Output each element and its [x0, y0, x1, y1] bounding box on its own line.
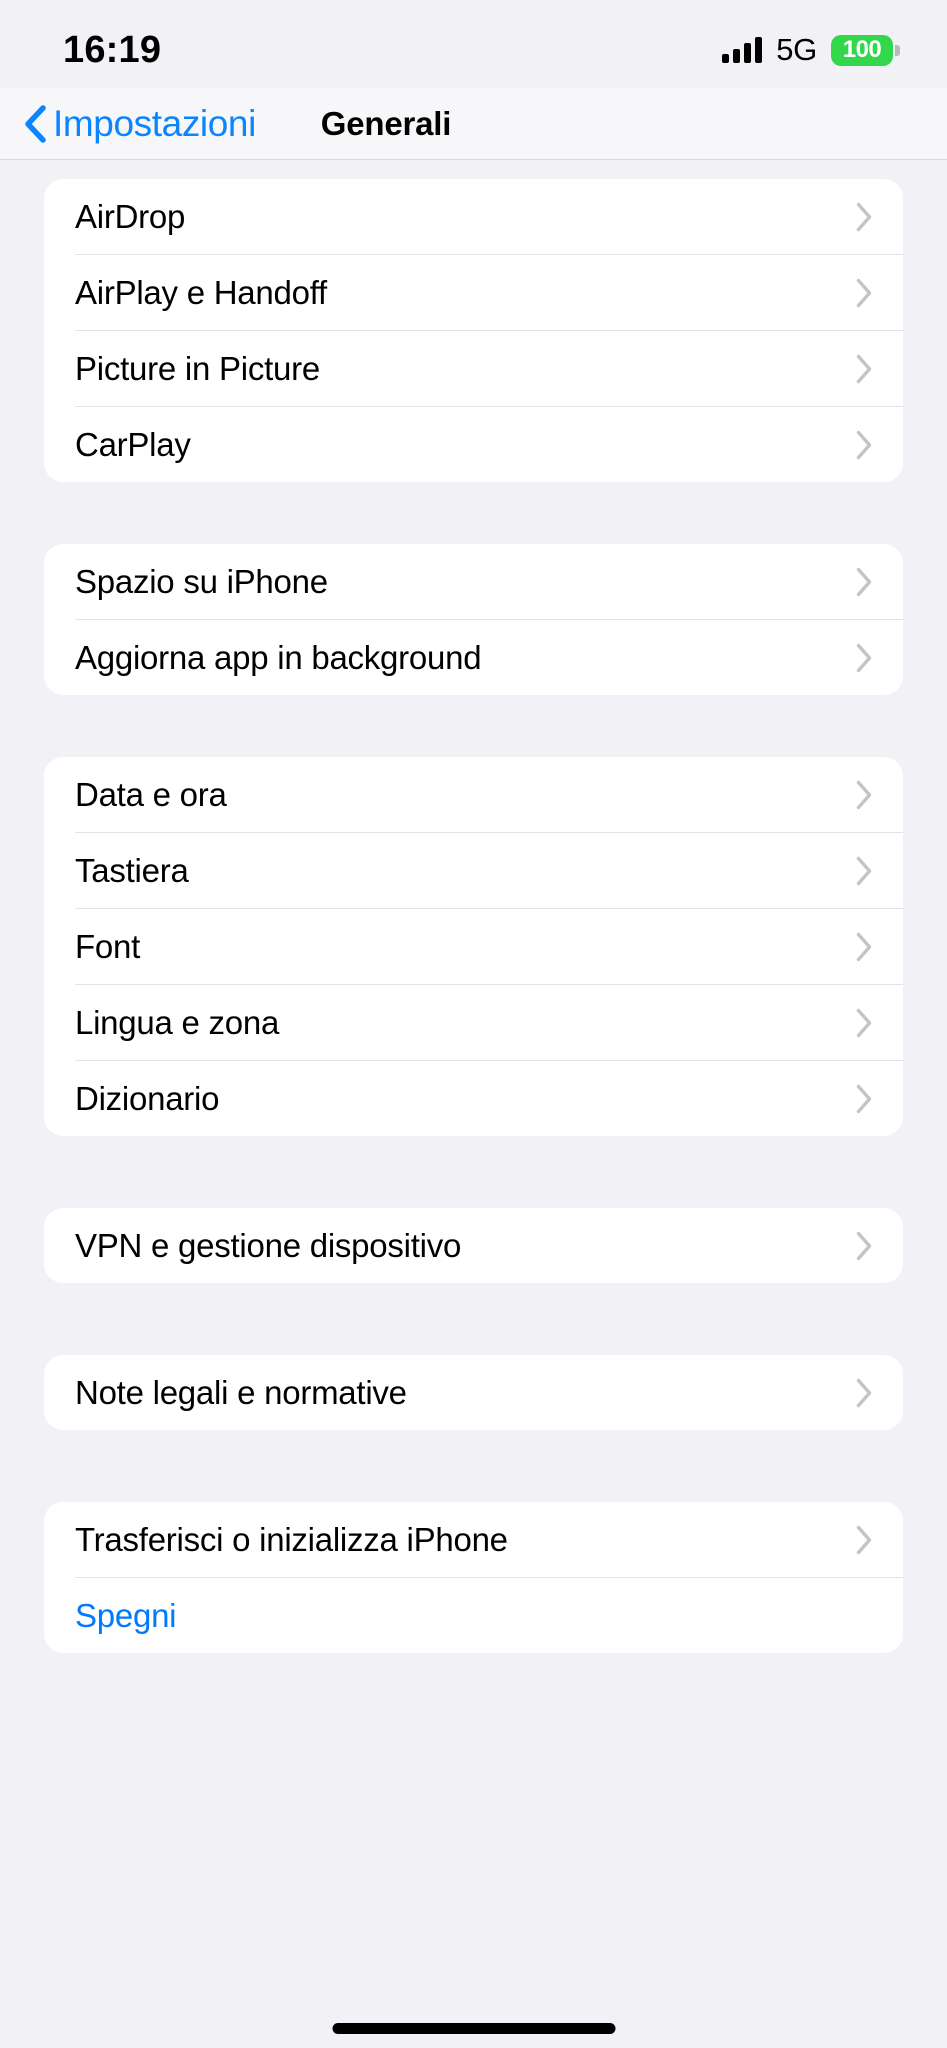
settings-row-date-time[interactable]: Data e ora — [44, 757, 903, 832]
chevron-right-icon — [856, 643, 872, 672]
row-label: Lingua e zona — [75, 1004, 280, 1041]
chevron-right-icon — [856, 278, 872, 307]
settings-row-transfer-reset-iphone[interactable]: Trasferisci o inizializza iPhone — [44, 1502, 903, 1577]
navigation-bar: Impostazioni Generali — [0, 88, 947, 160]
battery-percent-label: 100 — [842, 36, 882, 63]
signal-bars-icon — [722, 37, 763, 63]
settings-row-iphone-storage[interactable]: Spazio su iPhone — [44, 544, 903, 619]
row-label: Dizionario — [75, 1080, 220, 1117]
settings-row-airplay-handoff[interactable]: AirPlay e Handoff — [44, 255, 903, 330]
chevron-right-icon — [856, 354, 872, 383]
page-title: Generali — [320, 104, 452, 142]
settings-row-fonts[interactable]: Font — [44, 909, 903, 984]
network-type-label: 5G — [776, 32, 817, 67]
settings-group-reset: Trasferisci o inizializza iPhone Spegni — [44, 1502, 903, 1653]
settings-row-keyboard[interactable]: Tastiera — [44, 833, 903, 908]
settings-row-shut-down[interactable]: Spegni — [44, 1578, 903, 1653]
chevron-right-icon — [856, 1525, 872, 1554]
chevron-right-icon — [856, 1084, 872, 1113]
row-label: Trasferisci o inizializza iPhone — [75, 1521, 508, 1558]
settings-row-language-region[interactable]: Lingua e zona — [44, 985, 903, 1060]
chevron-right-icon — [856, 1231, 872, 1260]
battery-indicator: 100 — [831, 34, 900, 66]
chevron-right-icon — [856, 567, 872, 596]
row-label: VPN e gestione dispositivo — [75, 1227, 462, 1264]
settings-row-background-app-refresh[interactable]: Aggiorna app in background — [44, 620, 903, 695]
status-bar: 16:19 5G 100 — [0, 0, 947, 88]
row-label: Spegni — [75, 1597, 177, 1634]
battery-body: 100 — [831, 34, 893, 66]
chevron-right-icon — [856, 780, 872, 809]
settings-group-storage: Spazio su iPhone Aggiorna app in backgro… — [44, 544, 903, 695]
row-label: Data e ora — [75, 776, 227, 813]
settings-row-vpn-device-management[interactable]: VPN e gestione dispositivo — [44, 1208, 903, 1283]
settings-group-legal: Note legali e normative — [44, 1355, 903, 1430]
settings-group-localization: Data e ora Tastiera Font Lingua e zona D… — [44, 757, 903, 1136]
chevron-right-icon — [856, 1008, 872, 1037]
settings-row-picture-in-picture[interactable]: Picture in Picture — [44, 331, 903, 406]
row-label: Font — [75, 928, 141, 965]
row-label: AirPlay e Handoff — [75, 274, 327, 311]
row-label: AirDrop — [75, 198, 186, 235]
chevron-right-icon — [856, 1378, 872, 1407]
row-label: Picture in Picture — [75, 350, 320, 387]
battery-cap-icon — [895, 44, 900, 56]
row-label: Spazio su iPhone — [75, 563, 328, 600]
row-label: Note legali e normative — [75, 1374, 407, 1411]
row-label: CarPlay — [75, 426, 191, 463]
row-label: Aggiorna app in background — [75, 639, 482, 676]
settings-group-vpn: VPN e gestione dispositivo — [44, 1208, 903, 1283]
settings-row-legal-regulatory[interactable]: Note legali e normative — [44, 1355, 903, 1430]
chevron-right-icon — [856, 932, 872, 961]
settings-row-dictionary[interactable]: Dizionario — [44, 1061, 903, 1136]
chevron-right-icon — [856, 202, 872, 231]
settings-row-carplay[interactable]: CarPlay — [44, 407, 903, 482]
settings-list[interactable]: AirDrop AirPlay e Handoff Picture in Pic… — [0, 160, 947, 1653]
settings-group-connectivity: AirDrop AirPlay e Handoff Picture in Pic… — [44, 179, 903, 482]
status-bar-time: 16:19 — [63, 29, 162, 71]
row-label: Tastiera — [75, 852, 189, 889]
settings-row-airdrop[interactable]: AirDrop — [44, 179, 903, 254]
status-bar-indicators: 5G 100 — [722, 20, 900, 68]
home-indicator — [332, 2023, 615, 2034]
chevron-right-icon — [856, 430, 872, 459]
chevron-right-icon — [856, 856, 872, 885]
